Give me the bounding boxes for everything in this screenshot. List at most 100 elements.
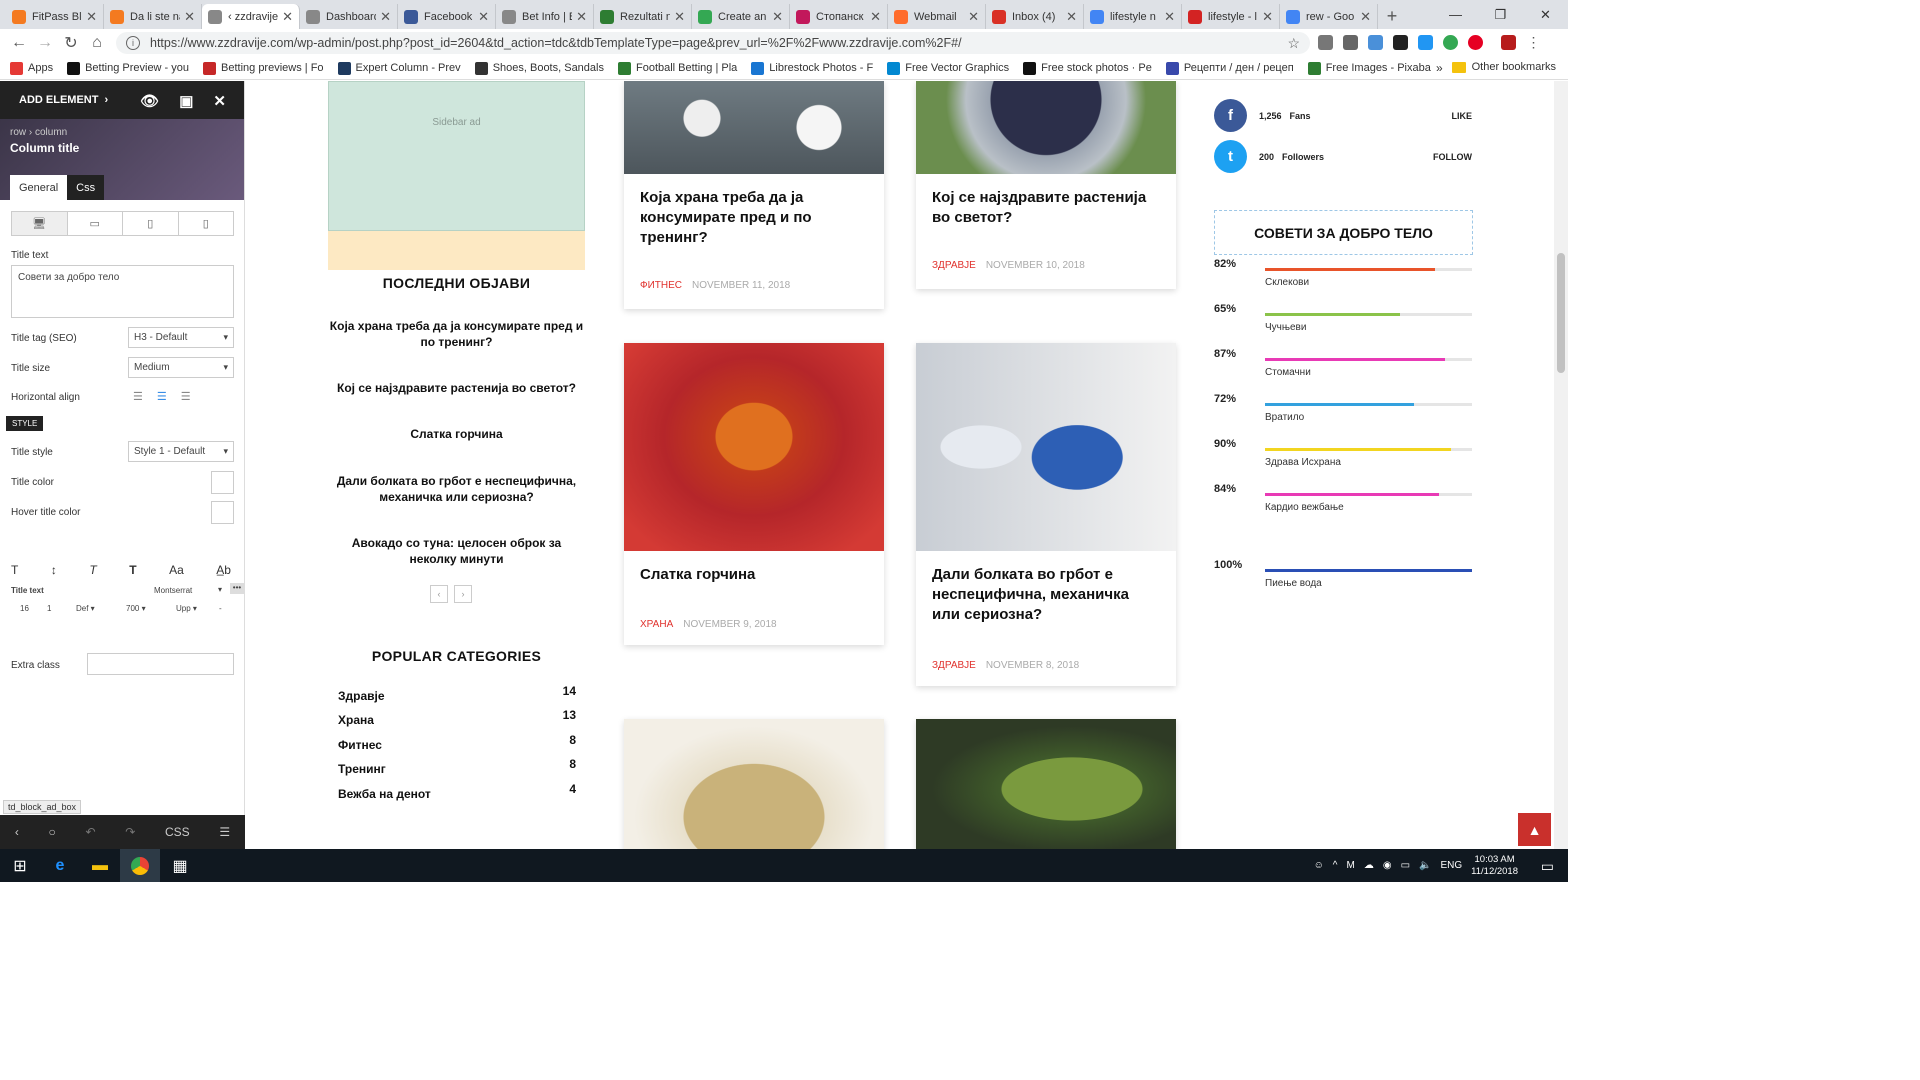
align-right-icon[interactable]: ☰ xyxy=(181,390,191,403)
like-button[interactable]: LIKE xyxy=(1451,111,1472,121)
undo-icon[interactable]: ↶ xyxy=(85,825,95,839)
typo-line-height-input[interactable]: 1 xyxy=(47,604,51,613)
post-title[interactable]: Слатка горчина xyxy=(624,565,884,585)
address-bar[interactable]: i https://www.zzdravije.com/wp-admin/pos… xyxy=(116,32,1310,54)
browser-tab[interactable]: ‹ zzdravije ✕ xyxy=(202,4,300,29)
post-image[interactable] xyxy=(624,343,884,551)
save-icon[interactable]: ▣ xyxy=(179,92,193,110)
post-title[interactable]: Која храна треба да ја консумирате пред … xyxy=(624,188,884,248)
post-category[interactable]: ЗДРАВЈЕ xyxy=(932,660,976,671)
browser-tab[interactable]: Bet Info | B ✕ xyxy=(496,4,594,29)
forward-icon[interactable]: → xyxy=(32,34,58,52)
calculator-icon[interactable]: ▦ xyxy=(160,849,200,882)
post-card[interactable]: Дали болката во грбот е неспецифична, ме… xyxy=(916,343,1176,686)
post-image[interactable] xyxy=(624,719,884,849)
chevron-left-icon[interactable]: ‹ xyxy=(15,825,19,839)
align-left-icon[interactable]: ☰ xyxy=(133,390,143,403)
language-indicator[interactable]: ENG xyxy=(1440,860,1462,871)
tablet-landscape-icon[interactable]: ▭ xyxy=(68,212,123,235)
back-icon[interactable]: ← xyxy=(6,34,32,52)
typo-spacing-input[interactable]: - xyxy=(219,604,222,613)
title-style-select[interactable]: Style 1 - Default xyxy=(128,441,234,462)
browser-tab[interactable]: Dashboard ✕ xyxy=(300,4,398,29)
post-image[interactable] xyxy=(916,719,1176,849)
facebook-icon[interactable]: f xyxy=(1214,99,1247,132)
add-element-button[interactable]: ADD ELEMENT xyxy=(19,94,98,106)
close-tab-icon[interactable]: ✕ xyxy=(282,9,293,25)
bookmark-item[interactable]: Рецепти / ден / рецеп xyxy=(1165,61,1294,75)
browser-tab[interactable]: lifestyle n ✕ xyxy=(1084,4,1182,29)
pinterest-icon[interactable] xyxy=(1468,35,1483,50)
post-image[interactable] xyxy=(916,81,1176,174)
title-tag-select[interactable]: H3 - Default xyxy=(128,327,234,348)
close-tab-icon[interactable]: ✕ xyxy=(674,9,685,25)
css-button[interactable]: CSS xyxy=(165,825,190,839)
close-tab-icon[interactable]: ✕ xyxy=(576,9,587,25)
tab-general[interactable]: General xyxy=(10,175,68,200)
font-style-icon[interactable]: T xyxy=(89,563,96,577)
tablet-portrait-icon[interactable]: ▯ xyxy=(123,212,179,235)
clock[interactable]: 10:03 AM 11/12/2018 xyxy=(1471,854,1518,878)
eye-icon[interactable]: 👁 xyxy=(140,92,159,110)
font-weight-icon[interactable]: T xyxy=(129,563,136,577)
extension-icon[interactable] xyxy=(1393,35,1408,50)
bookmark-item[interactable]: Betting Preview - you xyxy=(67,61,189,75)
title-color-swatch[interactable] xyxy=(211,471,234,494)
close-window-icon[interactable]: ✕ xyxy=(1523,0,1568,29)
text-transform-icon[interactable]: A̲b xyxy=(216,563,231,577)
chevron-up-icon[interactable]: ^ xyxy=(1333,860,1338,871)
phone-icon[interactable]: ▯ xyxy=(179,212,234,235)
extension-icon[interactable] xyxy=(1501,35,1516,50)
close-tab-icon[interactable]: ✕ xyxy=(772,9,783,25)
browser-tab[interactable]: lifestyle - l ✕ xyxy=(1182,4,1280,29)
browser-tab[interactable]: Create an ✕ xyxy=(692,4,790,29)
browser-tab[interactable]: Facebook ✕ xyxy=(398,4,496,29)
browser-tab[interactable]: Webmail ✕ xyxy=(888,4,986,29)
reload-icon[interactable]: ↻ xyxy=(58,33,84,53)
twitter-icon[interactable]: t xyxy=(1214,140,1247,173)
bookmark-item[interactable]: Free stock photos · Pe xyxy=(1023,61,1152,75)
tab-css[interactable]: Css xyxy=(67,175,105,200)
close-icon[interactable]: ✕ xyxy=(213,92,226,110)
typo-transform-select[interactable]: Upp ▾ xyxy=(176,604,206,613)
close-tab-icon[interactable]: ✕ xyxy=(870,9,881,25)
browser-tab[interactable]: Стопанск ✕ xyxy=(790,4,888,29)
bookmarks-overflow[interactable]: » xyxy=(1436,61,1443,75)
close-tab-icon[interactable]: ✕ xyxy=(86,9,97,25)
post-category[interactable]: ФИТНЕС xyxy=(640,280,682,291)
grammarly-icon[interactable] xyxy=(1443,35,1458,50)
close-tab-icon[interactable]: ✕ xyxy=(1360,9,1371,25)
list-icon[interactable]: ☰ xyxy=(219,825,230,839)
desktop-icon[interactable]: 🖥 xyxy=(12,212,68,235)
bookmark-item[interactable]: Apps xyxy=(10,61,53,75)
category-item[interactable]: Храна 13 xyxy=(338,708,578,727)
font-family-icon[interactable]: Aa xyxy=(169,563,184,577)
post-title[interactable]: Дали болката во грбот е неспецифична, ме… xyxy=(916,565,1176,625)
minimize-icon[interactable]: — xyxy=(1433,0,1478,29)
notifications-icon[interactable]: ▭ xyxy=(1541,858,1554,875)
bookmark-item[interactable]: Librestock Photos - F xyxy=(751,61,873,75)
post-card[interactable]: Кој се најздравите растенија во светот? … xyxy=(916,81,1176,289)
extension-icon[interactable] xyxy=(1368,35,1383,50)
category-item[interactable]: Тренинг 8 xyxy=(338,757,578,776)
extension-icon[interactable] xyxy=(1418,35,1433,50)
follow-button[interactable]: FOLLOW xyxy=(1433,152,1472,162)
maximize-icon[interactable]: ❐ xyxy=(1478,0,1523,29)
circle-icon[interactable]: ○ xyxy=(49,825,56,839)
post-category[interactable]: ХРАНА xyxy=(640,619,673,630)
category-item[interactable]: Здравје 14 xyxy=(338,684,578,703)
category-item[interactable]: Вежба на денот 4 xyxy=(338,782,578,801)
prev-page-button[interactable]: ‹ xyxy=(430,585,448,603)
bookmark-item[interactable]: Shoes, Boots, Sandals xyxy=(474,61,604,75)
post-card[interactable]: Слатка горчина ХРАНА NOVEMBER 9, 2018 xyxy=(624,343,884,645)
other-bookmarks[interactable]: Other bookmarks xyxy=(1451,61,1556,73)
post-card[interactable]: Која храна треба да ја консумирате пред … xyxy=(624,81,884,309)
post-card[interactable] xyxy=(624,719,884,849)
title-text-input[interactable]: Совети за добро тело xyxy=(11,265,234,318)
menu-icon[interactable]: ⋮ xyxy=(1526,35,1541,50)
browser-tab[interactable]: rew - Goo ✕ xyxy=(1280,4,1378,29)
bookmark-item[interactable]: Betting previews | Fo xyxy=(203,61,324,75)
browser-tab[interactable]: Rezultati n ✕ xyxy=(594,4,692,29)
camera-icon[interactable] xyxy=(1343,35,1358,50)
back-to-top-button[interactable]: ▲ xyxy=(1518,813,1551,846)
